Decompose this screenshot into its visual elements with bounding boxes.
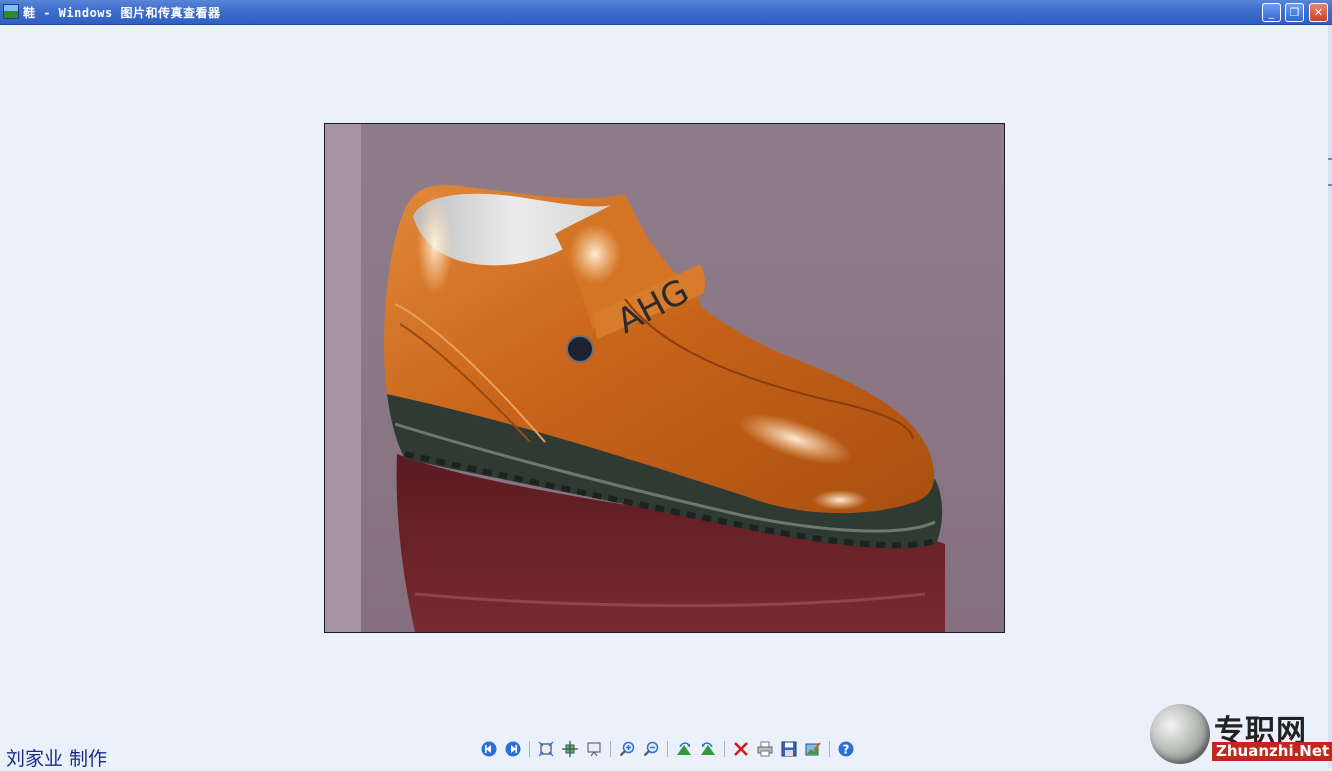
previous-image-button[interactable] — [480, 740, 498, 758]
window-border-mark — [1328, 158, 1332, 160]
zoom-in-button[interactable] — [618, 740, 636, 758]
print-icon — [757, 741, 773, 757]
next-image-button[interactable] — [504, 740, 522, 758]
actual-size-button[interactable] — [561, 740, 579, 758]
minimize-button[interactable]: _ — [1262, 3, 1281, 22]
svg-text:?: ? — [843, 743, 850, 757]
viewer-toolbar: ? — [477, 738, 858, 760]
copy-to-button[interactable] — [780, 740, 798, 758]
previous-icon — [481, 741, 497, 757]
shoe-image: AHG — [325, 124, 1004, 632]
open-for-editing-button[interactable] — [804, 740, 822, 758]
toolbar-separator — [610, 741, 611, 757]
image-viewer-app-icon[interactable] — [3, 4, 19, 19]
title-bar[interactable]: 鞋 - Windows 图片和传真查看器 _ ❐ ✕ — [0, 0, 1332, 25]
zoom-out-icon — [643, 741, 659, 757]
edit-icon — [805, 742, 821, 756]
close-button[interactable]: ✕ — [1309, 3, 1328, 22]
rotate-cw-icon — [677, 742, 691, 755]
window-title: 鞋 - Windows 图片和传真查看器 — [23, 6, 221, 20]
best-fit-button[interactable] — [537, 740, 555, 758]
actual-size-icon — [562, 741, 578, 757]
rotate-clockwise-button[interactable] — [675, 740, 693, 758]
author-credit: 刘家业 制作 — [6, 748, 108, 770]
next-icon — [505, 741, 521, 757]
toolbar-separator — [829, 741, 830, 757]
best-fit-icon — [538, 741, 554, 757]
displayed-image: AHG — [324, 123, 1005, 633]
toolbar-separator — [667, 741, 668, 757]
help-button[interactable]: ? — [837, 740, 855, 758]
window-border — [1328, 25, 1332, 768]
rotate-counterclockwise-button[interactable] — [699, 740, 717, 758]
watermark-globe-logo — [1150, 704, 1210, 764]
help-icon: ? — [838, 741, 854, 757]
window-border-mark — [1328, 184, 1332, 186]
toolbar-separator — [529, 741, 530, 757]
slideshow-icon — [587, 742, 601, 757]
slide-show-button[interactable] — [585, 740, 603, 758]
delete-icon — [734, 742, 748, 756]
save-icon — [781, 741, 797, 757]
zoom-out-button[interactable] — [642, 740, 660, 758]
maximize-button[interactable]: ❐ — [1285, 3, 1304, 22]
rotate-ccw-icon — [701, 742, 715, 755]
watermark-english: Zhuanzhi.Net — [1212, 742, 1332, 761]
zoom-in-icon — [619, 741, 635, 757]
delete-button[interactable] — [732, 740, 750, 758]
print-button[interactable] — [756, 740, 774, 758]
toolbar-separator — [724, 741, 725, 757]
